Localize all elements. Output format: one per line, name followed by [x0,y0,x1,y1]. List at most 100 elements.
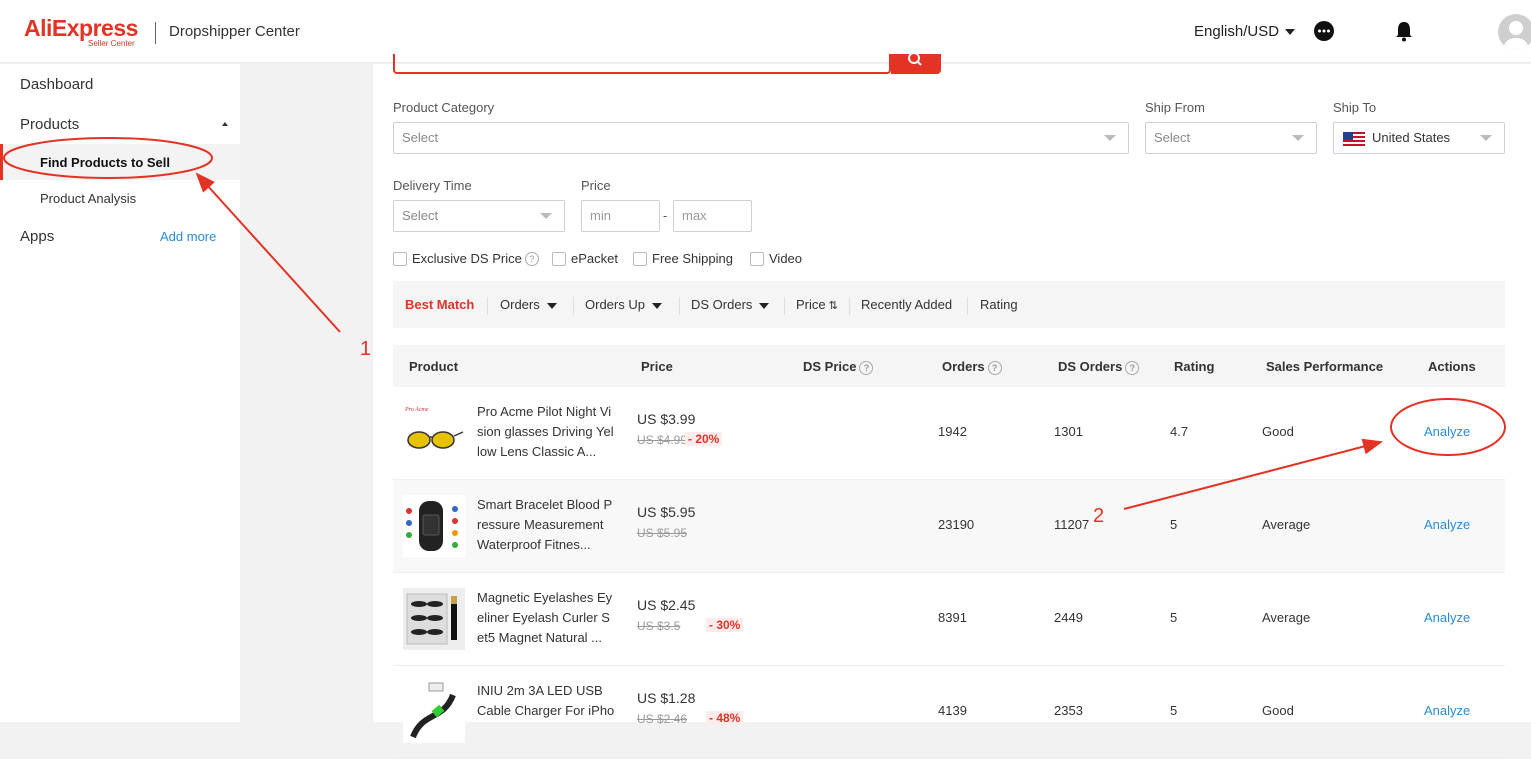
price-min-input[interactable]: min [581,200,660,232]
rating-value: 4.7 [1170,424,1189,439]
col-sales-performance: Sales Performance [1266,359,1384,374]
sort-rating[interactable]: Rating [980,297,1018,312]
main-panel: Product Category Select Ship From Select… [373,52,1531,759]
checkbox[interactable] [393,251,407,266]
table-row: Magnetic Eyelashes Eyeliner Eyelash Curl… [393,573,1505,666]
video-checkbox[interactable]: Video [750,251,802,266]
delivery-select[interactable]: Select [393,200,565,232]
price-label: Price [581,178,611,193]
category-label: Product Category [393,100,495,115]
ds-orders-value: 2353 [1054,703,1083,718]
sales-performance-value: Good [1262,424,1294,439]
sales-performance-value: Average [1262,610,1311,625]
ship-to-label: Ship To [1333,100,1377,115]
sidebar-item-dashboard[interactable]: Dashboard [20,76,93,93]
sort-ds-orders[interactable]: DS Orders [691,297,770,312]
discount-badge: - 20% [685,432,723,446]
logo-text: AliExpress [24,15,138,41]
checkbox[interactable] [552,251,566,266]
sort-recently-added[interactable]: Recently Added [861,297,952,312]
product-old-price: US $5.95 [637,526,688,540]
checkbox-label: Free Shipping [652,251,733,266]
product-name[interactable]: INIU 2m 3A LED USB Cable Charger For iPh… [477,681,615,741]
table-row: Smart Bracelet Blood Pressure Measuremen… [393,480,1505,573]
sidebar-item-products[interactable]: Products [20,116,79,133]
help-icon[interactable]: ? [1125,361,1140,375]
ds-orders-value: 11207 [1054,517,1090,532]
orders-value: 4139 [938,703,967,718]
help-icon[interactable]: ? [524,251,539,266]
product-name[interactable]: Smart Bracelet Blood Pressure Measuremen… [477,495,615,555]
ship-from-select[interactable]: Select [1145,122,1317,154]
table-row: INIU 2m 3A LED USB Cable Charger For iPh… [393,666,1505,759]
sort-label: DS Orders [691,297,753,312]
aliexpress-logo[interactable]: AliExpress Seller Center [24,15,138,48]
analyze-link[interactable]: Analyze [1424,610,1470,625]
rating-value: 5 [1170,610,1178,625]
product-thumbnail-eyelashes[interactable] [403,588,465,650]
exclusive-ds-checkbox[interactable]: Exclusive DS Price? [393,251,539,266]
caret-down-icon [759,302,770,309]
ship-to-select[interactable]: United States [1333,122,1505,154]
price-dash: - [663,208,668,223]
chevron-up-icon[interactable] [222,122,228,126]
checkbox[interactable] [750,251,764,266]
ds-orders-value: 1301 [1054,424,1083,439]
chat-icon[interactable] [1313,20,1335,45]
product-thumbnail-glasses[interactable]: Pro Acme [403,402,465,464]
help-icon[interactable]: ? [987,361,1002,375]
divider [967,297,968,315]
col-label: DS Price [803,359,857,374]
sidebar: Dashboard Products Find Products to Sell… [0,64,240,722]
category-select[interactable]: Select [393,122,1129,154]
sort-price[interactable]: Price ⇅ [796,297,838,312]
chevron-down-icon [540,213,552,219]
checkbox-label: Video [769,251,803,266]
language-selector[interactable]: English/USD [1194,23,1296,40]
product-old-price: US $2.46 [637,712,688,726]
ds-orders-value: 2449 [1054,610,1083,625]
sort-orders[interactable]: Orders [500,297,557,312]
col-orders: Orders? [942,359,1002,375]
epacket-checkbox[interactable]: ePacket [552,251,618,266]
ship-from-value: Select [1154,130,1191,145]
rating-value: 5 [1170,703,1178,718]
sort-label: Price [796,297,826,312]
analyze-link[interactable]: Analyze [1424,703,1470,718]
ship-from-label: Ship From [1145,100,1205,115]
bell-icon[interactable] [1394,20,1414,45]
col-product: Product [409,359,459,374]
table-row: Pro Acme Pro Acme Pilot Night Vision gla… [393,387,1505,480]
sidebar-item-find-products[interactable]: Find Products to Sell [40,155,170,170]
add-more-link[interactable]: Add more [160,229,216,244]
discount-badge: - 48% [706,711,744,725]
search-button[interactable] [891,52,941,74]
checkbox[interactable] [633,251,647,266]
price-max-input[interactable]: max [673,200,752,232]
product-thumbnail-smartwatch[interactable] [403,495,465,557]
rating-value: 5 [1170,517,1178,532]
sidebar-item-product-analysis[interactable]: Product Analysis [40,191,136,206]
product-old-price: US $4.99 [637,433,688,447]
product-thumbnail-usb-cable[interactable] [403,681,465,743]
product-price: US $1.28 [637,690,696,706]
sort-best-match[interactable]: Best Match [405,297,474,312]
analyze-link[interactable]: Analyze [1424,517,1470,532]
free-shipping-checkbox[interactable]: Free Shipping [633,251,733,266]
avatar[interactable] [1498,14,1531,50]
col-ds-orders: DS Orders? [1058,359,1140,375]
ship-to-value: United States [1372,130,1451,145]
product-name[interactable]: Pro Acme Pilot Night Vision glasses Driv… [477,402,615,462]
col-actions: Actions [1428,359,1476,374]
chevron-down-icon [1285,29,1296,36]
chevron-down-icon [1104,135,1116,141]
product-price: US $5.95 [637,504,696,520]
chevron-down-icon [1292,135,1304,141]
orders-value: 23190 [938,517,975,532]
help-icon[interactable]: ? [859,361,874,375]
product-name[interactable]: Magnetic Eyelashes Eyeliner Eyelash Curl… [477,588,615,648]
sort-orders-up[interactable]: Orders Up [585,297,662,312]
analyze-link[interactable]: Analyze [1424,424,1470,439]
search-input[interactable] [393,54,891,74]
sidebar-item-apps[interactable]: Apps [20,228,54,245]
